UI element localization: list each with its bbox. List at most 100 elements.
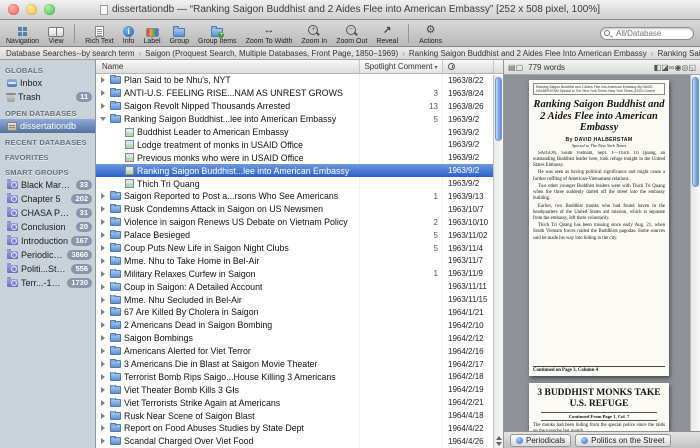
list-scrollbar[interactable] [493,75,503,448]
reveal-button[interactable]: Reveal [376,20,398,46]
disclosure-triangle-icon[interactable] [99,206,107,212]
table-row[interactable]: Rusk Condemns Attack in Saigon on US New… [96,203,493,216]
zoom-out-button[interactable]: Zoom Out [336,20,367,46]
disclosure-triangle-icon[interactable] [99,284,107,290]
sidebar-item-conclusion[interactable]: Conclusion20 [0,220,95,234]
table-row[interactable]: Rusk Near Scene of Saigon Blast1964/4/18 [96,409,493,422]
preview-scrollbar-thumb[interactable] [692,77,699,187]
sidebar-item-black-market[interactable]: Black Market33 [0,178,95,192]
disclosure-triangle-icon[interactable] [99,425,107,431]
sidebar-item-chasa-paper[interactable]: CHASA Paper31 [0,206,95,220]
column-header-date[interactable] [443,60,493,73]
table-row[interactable]: ANTI-U.S. FEELING RISE...NAM AS UNREST G… [96,87,493,100]
table-row[interactable]: Buddhist Leader to American Embassy1963/… [96,126,493,139]
sidebar-item-periodicals[interactable]: Periodicals3860 [0,248,95,262]
table-row[interactable]: Coup in Saigon: A Detailed Account1963/1… [96,280,493,293]
sidebar-item-introduction[interactable]: Introduction167 [0,234,95,248]
sidebar-item-politi-street[interactable]: Politi...Street556 [0,262,95,276]
disclosure-triangle-icon[interactable] [99,348,107,354]
document-preview[interactable]: Ranking Saigon Buddhist and 2 Aides Flee… [504,75,700,431]
table-row[interactable]: Saigon Revolt Nipped Thousands Arrested1… [96,100,493,113]
label-button[interactable]: Label [143,20,160,46]
sidebar-item-trash[interactable]: Trash11 [0,90,95,104]
expand-icon[interactable]: ◱ [688,63,696,72]
search-input[interactable] [600,27,694,40]
disclosure-triangle-icon[interactable] [99,400,107,406]
disclosure-triangle-icon[interactable] [99,271,107,277]
table-row[interactable]: Saigon Reported to Post a...rsons Who Se… [96,190,493,203]
table-row[interactable]: Americans Alerted for Viet Terror1964/2/… [96,345,493,358]
table-row[interactable]: Mme. Nhu to Take Home in Bel-Air1963/11/… [96,254,493,267]
disclosure-triangle-icon[interactable] [99,245,107,251]
table-row[interactable]: Viet Terrorists Strike Again at American… [96,396,493,409]
group-items-button[interactable]: Group Items [198,20,237,46]
disclosure-triangle-icon[interactable] [99,335,107,341]
sidebar-item-inbox[interactable]: Inbox [0,76,95,90]
disclosure-triangle-icon[interactable] [99,258,107,264]
table-row[interactable]: Ranking Saigon Buddhist...lee into Ameri… [96,113,493,126]
disclosure-triangle-icon[interactable] [99,90,107,96]
rich-text-button[interactable]: Rich Text [85,20,114,46]
table-row[interactable]: Violence in saigon Renews US Debate on V… [96,216,493,229]
preview-scrollbar[interactable] [690,75,700,431]
sidebar-item-terr-1968[interactable]: Terr...-19681730 [0,276,95,290]
disclosure-triangle-icon[interactable] [99,387,107,393]
scroll-up-arrow[interactable] [496,436,502,440]
table-row[interactable]: Report on Food Abuses Studies by State D… [96,422,493,435]
table-row[interactable]: Viet Theater Bomb Kills 3 GIs1964/2/19 [96,383,493,396]
table-row[interactable]: Lodge treatment of monks in USAID Office… [96,138,493,151]
view-button[interactable]: View [48,20,64,46]
breadcrumb-segment[interactable]: Saigon (Proquest Search, Multiple Databa… [145,49,398,58]
navigation-button[interactable]: Navigation [6,20,39,46]
actions-button[interactable]: Actions [419,20,442,46]
tab-politics-on-the-street[interactable]: Politics on the Street [575,434,670,447]
info-button[interactable]: Info [123,20,135,46]
text-view-icon[interactable]: ▤ [508,63,516,72]
disclosure-triangle-icon[interactable] [99,413,107,419]
sidebar-item-dissertationdb[interactable]: dissertationdb [0,119,95,133]
titlebar[interactable]: dissertationdb — “Ranking Saigon Buddhis… [0,0,700,20]
disclosure-triangle-icon[interactable] [99,322,107,328]
breadcrumb-segment[interactable]: Ranking Saigon [657,49,700,58]
close-window-button[interactable] [8,4,19,15]
table-row[interactable]: 3 Americans Die in Blast at Saigon Movie… [96,358,493,371]
table-row[interactable]: Coup Puts New Life in Saigon Night Clubs… [96,242,493,255]
table-row[interactable]: 67 Are Killed By Cholera in Saigon1964/1… [96,306,493,319]
table-row[interactable]: Palace Besieged51963/11/02 [96,229,493,242]
disclosure-triangle-icon[interactable] [99,232,107,238]
disclosure-triangle-icon[interactable] [99,193,107,199]
table-row[interactable]: Mme. Nhu Secluded in Bel-Air1963/11/15 [96,293,493,306]
table-row[interactable]: Military Relaxes Curfew in Saigon11963/1… [96,267,493,280]
column-header-spotlight-comment[interactable]: Spotlight Comment [359,60,443,73]
disclosure-triangle-icon[interactable] [99,438,107,444]
table-row[interactable]: Previous monks who were in USAID Office1… [96,151,493,164]
list-scrollbar-thumb[interactable] [495,77,502,141]
disclosure-triangle-icon[interactable] [99,297,107,303]
breadcrumb-segment[interactable]: Database Searches--by search term [6,49,135,58]
table-row[interactable]: Saigon Bombings1964/2/12 [96,332,493,345]
disclosure-triangle-icon[interactable] [99,219,107,225]
page-icon[interactable]: ▢ [516,63,524,72]
table-row[interactable]: Thich Tri Quang1963/9/2 [96,177,493,190]
disclosure-triangle-icon[interactable] [99,374,107,380]
minimize-window-button[interactable] [26,4,37,15]
disclosure-triangle-icon[interactable] [99,361,107,367]
pen-icon[interactable]: ◪ [661,63,669,72]
disclosure-triangle-icon[interactable] [99,117,107,121]
disclosure-triangle-icon[interactable] [99,309,107,315]
zoom-in-button[interactable]: Zoom In [302,20,328,46]
zoom-to-width-button[interactable]: Zoom To Width [246,20,293,46]
zoom-window-button[interactable] [44,4,55,15]
breadcrumb-segment[interactable]: Ranking Saigon Buddhist and 2 Aides Flee… [409,49,647,58]
disclosure-triangle-icon[interactable] [99,77,107,83]
disclosure-triangle-icon[interactable] [99,103,107,109]
group-button[interactable]: Group [170,20,189,46]
column-header-name[interactable]: Name [96,60,359,73]
table-row[interactable]: Ranking Saigon Buddhist...lee into Ameri… [96,164,493,177]
table-row[interactable]: Plan Said to be Nhu's, NYT1963/8/22 [96,74,493,87]
table-row[interactable]: Terrorist Bomb Rips Saigo...House Killin… [96,370,493,383]
sidebar-item-chapter-5[interactable]: Chapter 5202 [0,192,95,206]
table-row[interactable]: 2 Americans Dead in Saigon Bombing1964/2… [96,319,493,332]
tab-periodicals[interactable]: Periodicals [510,434,571,447]
table-row[interactable]: Scandal Charged Over Viet Food1964/4/26 [96,435,493,448]
